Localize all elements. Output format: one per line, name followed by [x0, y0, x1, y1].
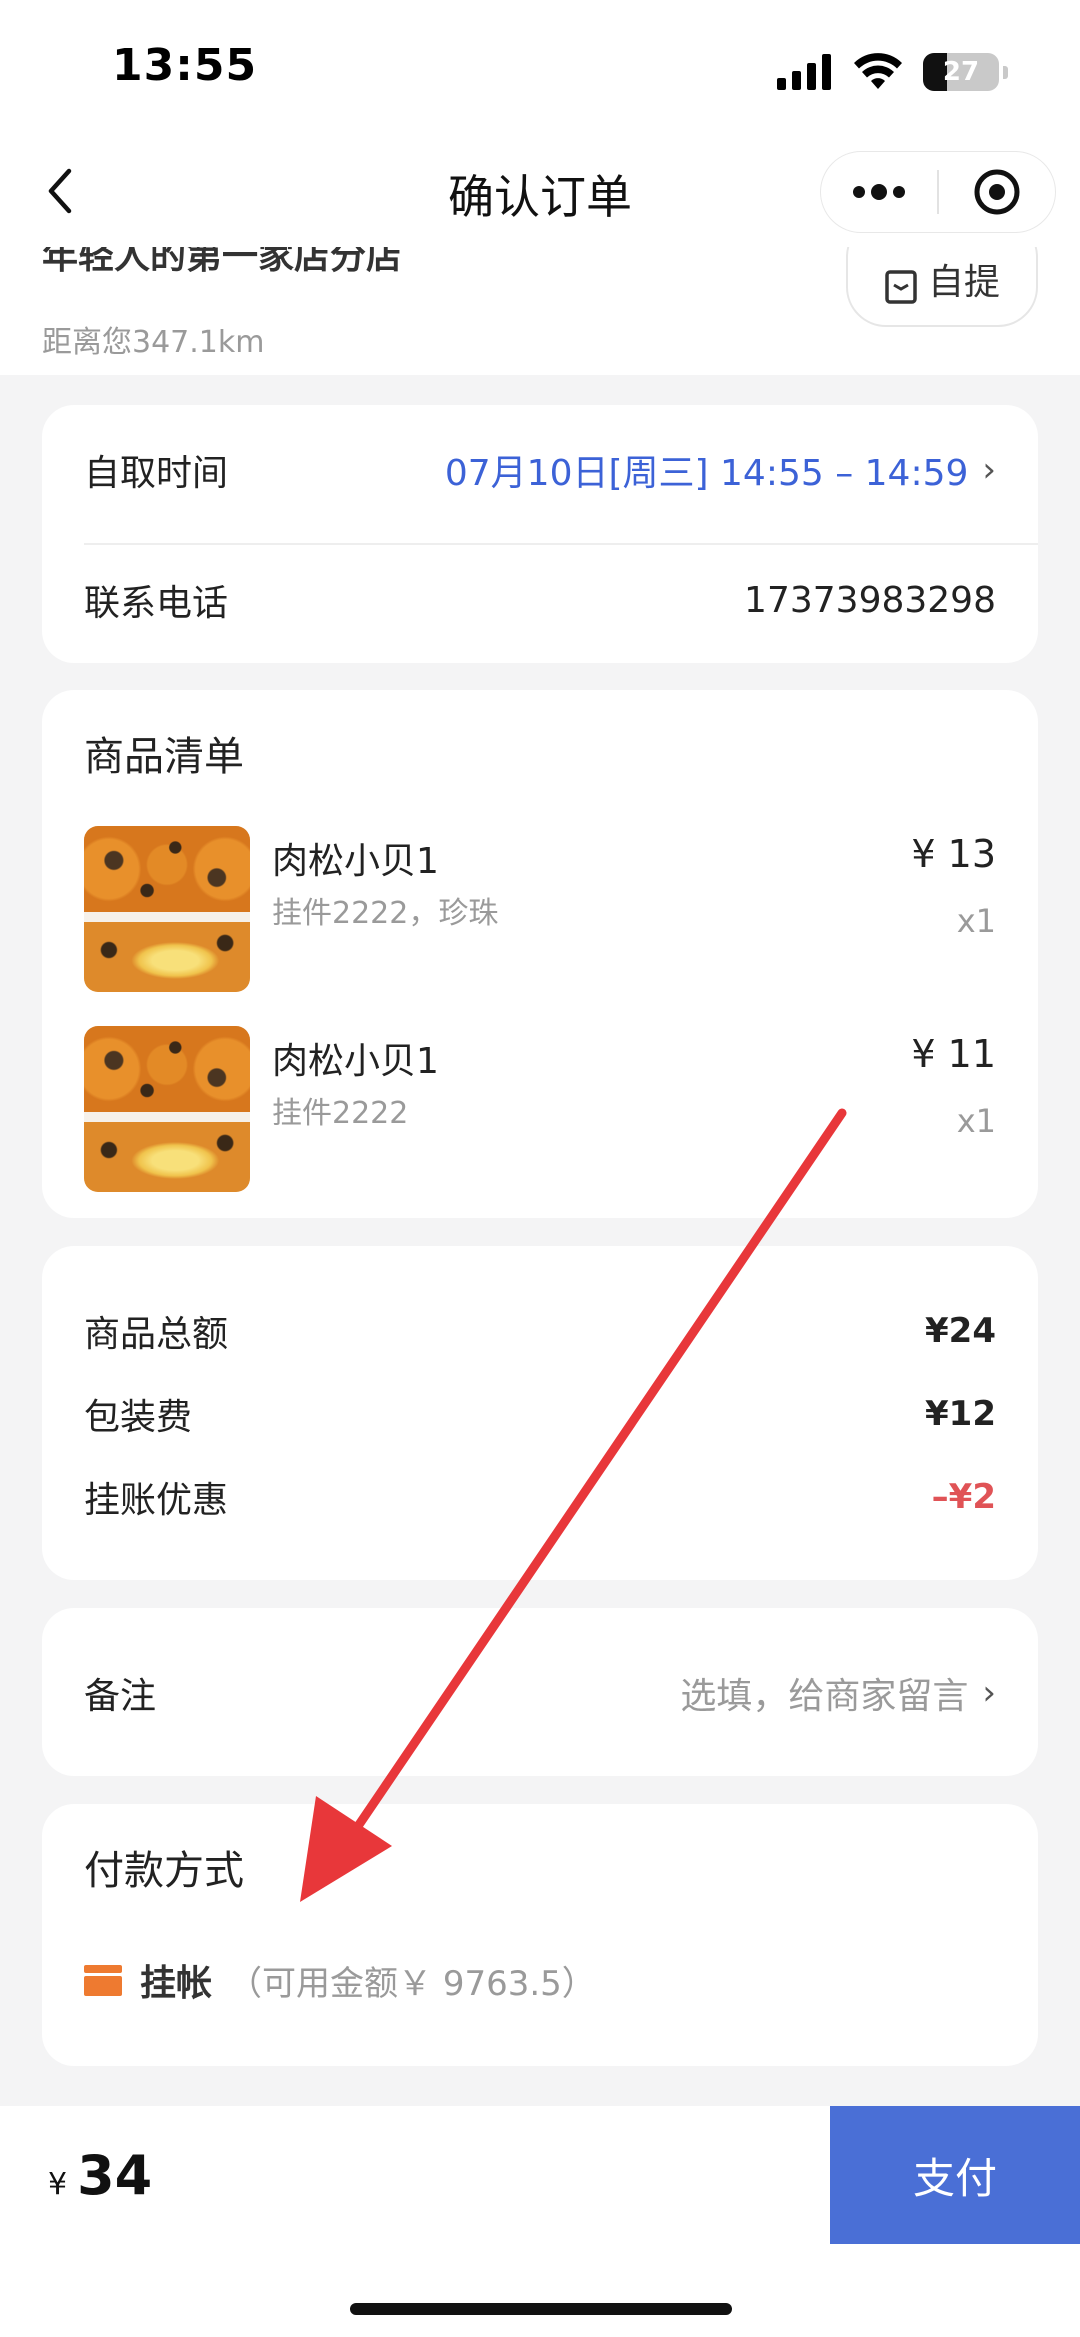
available-balance: （可用金额￥ 9763.5） — [228, 1963, 596, 2004]
price-summary-card: 商品总额 ¥24 包装费 ¥12 挂账优惠 –¥2 — [42, 1246, 1038, 1580]
items-card: 商品清单 肉松小贝1 挂件2222，珍珠 ¥ 13 x1 肉松小贝1 挂件222… — [42, 690, 1038, 1218]
phone-label: 联系电话 — [84, 583, 229, 624]
divider — [84, 543, 1038, 545]
order-total: ¥ 34 — [48, 2144, 152, 2207]
miniprogram-capsule — [820, 151, 1056, 233]
packaging-value: ¥12 — [925, 1394, 996, 1434]
pay-button[interactable]: 支付 — [830, 2106, 1080, 2244]
discount-value: –¥2 — [931, 1477, 996, 1517]
total-amount: 34 — [77, 2144, 153, 2207]
discount-label: 挂账优惠 — [84, 1480, 229, 1521]
packaging-label: 包装费 — [84, 1397, 193, 1438]
chevron-right-icon: › — [982, 450, 996, 490]
status-bar: 13:55 27 — [0, 0, 1080, 135]
discount-row: 挂账优惠 –¥2 — [84, 1472, 996, 1522]
home-indicator-area — [0, 2244, 1080, 2337]
remark-placeholder: 选填，给商家留言 — [680, 1676, 969, 1717]
status-time: 13:55 — [112, 40, 258, 91]
battery-level: 27 — [942, 57, 980, 87]
item-spec: 挂件2222，珍珠 — [272, 896, 499, 931]
remark-label: 备注 — [84, 1676, 157, 1717]
cellular-signal-icon — [777, 54, 831, 90]
payment-option-credit[interactable]: 挂帐 （可用金额￥ 9763.5） — [84, 1954, 596, 2006]
packaging-row: 包装费 ¥12 — [84, 1389, 996, 1439]
currency-symbol: ¥ — [48, 2167, 68, 2202]
more-button[interactable] — [821, 152, 937, 232]
close-miniprogram-button[interactable] — [939, 152, 1055, 232]
more-dots-icon — [853, 184, 906, 200]
store-header: 年轻人的第一家店分店 距离您347.1km 自提 — [0, 247, 1080, 375]
store-distance: 距离您347.1km — [42, 325, 265, 360]
item-name: 肉松小贝1 — [272, 841, 439, 882]
phone-value: 17373983298 — [744, 579, 996, 621]
payment-title: 付款方式 — [84, 1848, 244, 1894]
pickup-mode-tag[interactable]: 自提 — [846, 247, 1038, 327]
subtotal-label: 商品总额 — [84, 1314, 229, 1355]
battery-icon: 27 — [923, 53, 999, 91]
payment-method-name: 挂帐 — [140, 1963, 213, 2004]
item-spec: 挂件2222 — [272, 1096, 409, 1131]
checkout-bar: ¥ 34 支付 — [0, 2106, 1080, 2244]
subtotal-value: ¥24 — [925, 1311, 996, 1351]
remark-row[interactable]: 备注 选填，给商家留言 › — [84, 1658, 996, 1728]
target-close-icon — [974, 169, 1020, 215]
chevron-right-icon: › — [982, 1673, 996, 1713]
wallet-icon — [84, 1965, 122, 1996]
item-name: 肉松小贝1 — [272, 1041, 439, 1082]
product-image — [84, 826, 250, 992]
nav-bar: 确认订单 — [0, 135, 1080, 247]
store-name: 年轻人的第一家店分店 — [42, 247, 403, 277]
pickup-info-card: 自取时间 07月10日[周三] 14:55 – 14:59 › 联系电话 173… — [42, 405, 1038, 663]
phone-row[interactable]: 联系电话 17373983298 — [84, 565, 996, 635]
item-qty: x1 — [956, 1102, 996, 1140]
item-price: ¥ 11 — [911, 1032, 996, 1076]
wifi-icon — [854, 53, 902, 89]
product-image — [84, 1026, 250, 1192]
pickup-box-icon — [885, 270, 917, 304]
subtotal-row: 商品总额 ¥24 — [84, 1306, 996, 1356]
pickup-time-label: 自取时间 — [84, 453, 229, 494]
item-qty: x1 — [956, 902, 996, 940]
system-icons: 27 — [777, 52, 1008, 92]
payment-method-card: 付款方式 挂帐 （可用金额￥ 9763.5） — [42, 1804, 1038, 2066]
battery-cap — [1003, 65, 1008, 79]
pickup-time-row[interactable]: 自取时间 07月10日[周三] 14:55 – 14:59 › — [84, 435, 996, 505]
home-indicator[interactable] — [350, 2303, 732, 2315]
items-title: 商品清单 — [84, 734, 244, 780]
remark-card[interactable]: 备注 选填，给商家留言 › — [42, 1608, 1038, 1776]
item-price: ¥ 13 — [911, 832, 996, 876]
pickup-label: 自提 — [927, 262, 1000, 303]
pickup-time-value: 07月10日[周三] 14:55 – 14:59 — [444, 453, 969, 494]
